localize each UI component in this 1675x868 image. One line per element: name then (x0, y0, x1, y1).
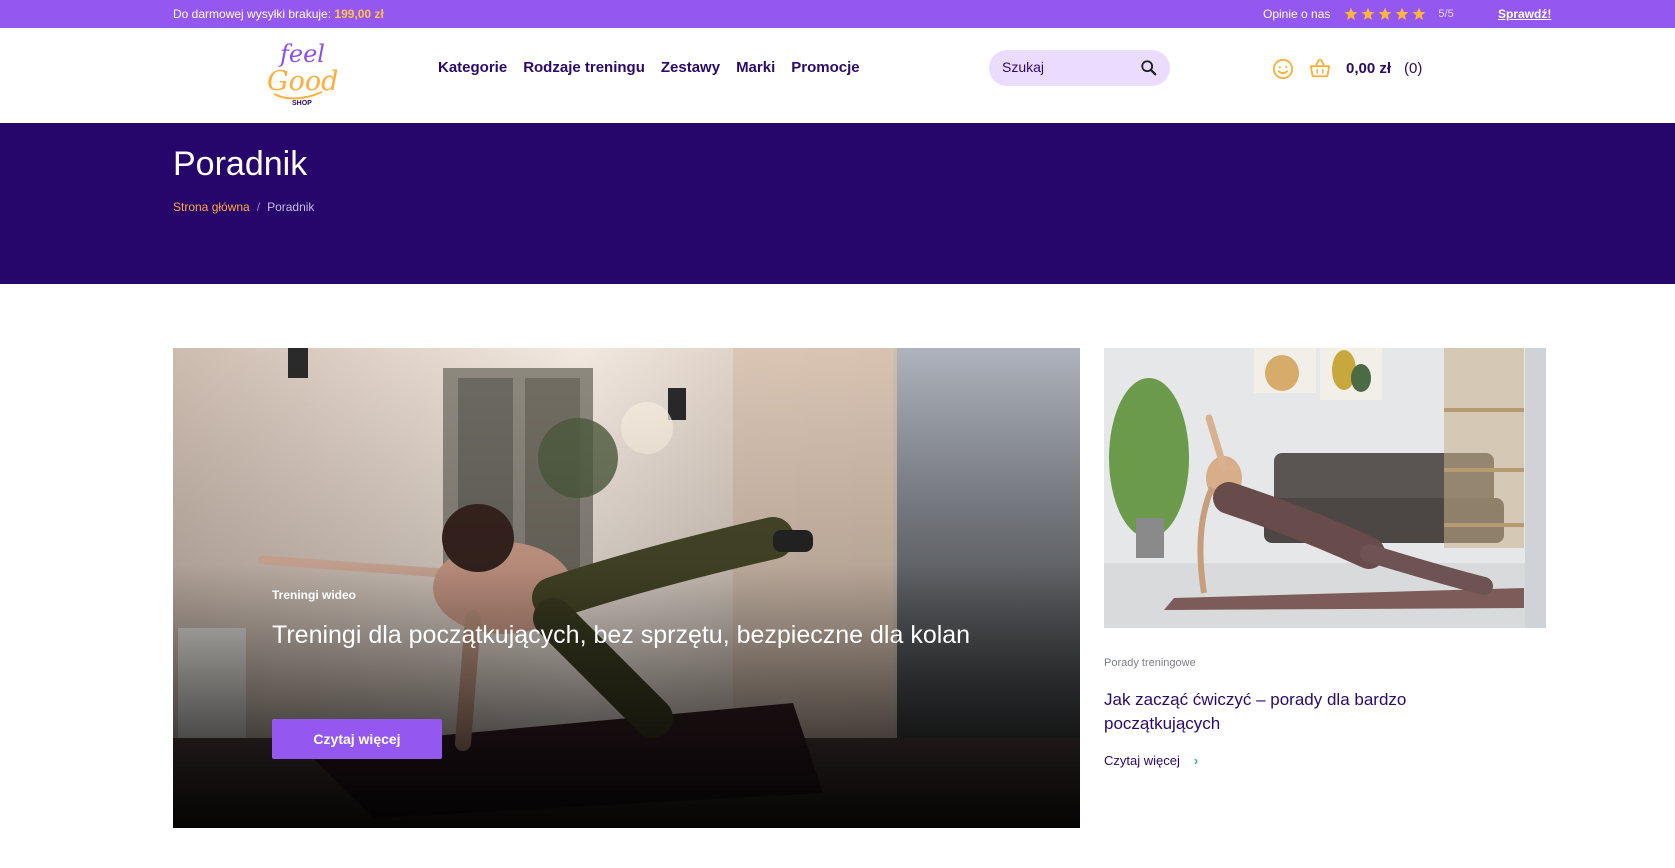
breadcrumb-separator: / (256, 200, 261, 214)
logo-text-good: Good (267, 66, 338, 97)
side-article-title[interactable]: Jak zacząć ćwiczyć – porady dla bardzo p… (1104, 688, 1504, 736)
star-icon (1362, 7, 1375, 20)
star-icon (1345, 7, 1358, 20)
nav-item-zestawy[interactable]: Zestawy (661, 59, 720, 76)
side-article-photo (1104, 348, 1546, 628)
search-input[interactable] (1002, 59, 1132, 75)
basket-icon[interactable] (1309, 57, 1331, 79)
free-shipping-text: Do darmowej wysyłki brakuje: (173, 7, 332, 21)
free-shipping-notice: Do darmowej wysyłki brakuje: 199,00 zł (173, 7, 384, 21)
breadcrumb: Strona główna / Poradnik (173, 200, 314, 214)
breadcrumb-current: Poradnik (267, 200, 315, 214)
feel-good-shop-logo[interactable]: feel Good SHOP (264, 38, 344, 108)
star-icon (1379, 7, 1392, 20)
nav-item-promocje[interactable]: Promocje (791, 59, 859, 76)
read-more-button[interactable]: Czytaj więcej (272, 719, 442, 759)
top-bar: Do darmowej wysyłki brakuje: 199,00 zł O… (0, 0, 1675, 28)
breadcrumb-home-link[interactable]: Strona główna (173, 200, 250, 214)
featured-article-category: Treningi wideo (272, 588, 357, 602)
reviews-check-link[interactable]: Sprawdź! (1498, 7, 1551, 21)
page-title: Poradnik (173, 145, 308, 183)
search-box (989, 50, 1170, 86)
rating-score: 5/5 (1438, 8, 1454, 20)
featured-article-card[interactable]: Treningi wideo Treningi dla początkujący… (173, 348, 1080, 828)
side-article-read-more-link[interactable]: Czytaj więcej › (1104, 753, 1198, 768)
cart-count[interactable]: (0) (1404, 60, 1422, 77)
star-icon (1396, 7, 1409, 20)
search-icon[interactable] (1140, 59, 1158, 77)
main-nav: Kategorie Rodzaje treningu Zestawy Marki… (438, 59, 860, 76)
side-article-category: Porady treningowe (1104, 657, 1196, 669)
free-shipping-amount: 199,00 zł (334, 7, 384, 21)
reviews-summary: Opinie o nas 5/5 (1263, 7, 1454, 21)
chevron-right-icon: › (1193, 753, 1199, 768)
star-icon (1413, 7, 1426, 20)
site-header: feel Good SHOP Kategorie Rodzaje trening… (0, 28, 1675, 123)
cart-total[interactable]: 0,00 zł (1346, 60, 1391, 77)
featured-article-title[interactable]: Treningi dla początkujących, bez sprzętu… (272, 621, 992, 650)
nav-item-kategorie[interactable]: Kategorie (438, 59, 507, 76)
logo-text-feel: feel (278, 40, 325, 68)
side-article-image[interactable] (1104, 348, 1546, 628)
nav-item-rodzaje-treningu[interactable]: Rodzaje treningu (523, 59, 645, 76)
nav-item-marki[interactable]: Marki (736, 59, 775, 76)
side-article-read-more-label: Czytaj więcej (1104, 753, 1180, 768)
reviews-label: Opinie o nas (1263, 7, 1331, 21)
page-hero: Poradnik Strona główna / Poradnik (0, 123, 1675, 284)
logo-text-shop: SHOP (292, 100, 312, 107)
rating-stars (1344, 7, 1426, 21)
account-smiley-icon[interactable] (1272, 58, 1294, 80)
